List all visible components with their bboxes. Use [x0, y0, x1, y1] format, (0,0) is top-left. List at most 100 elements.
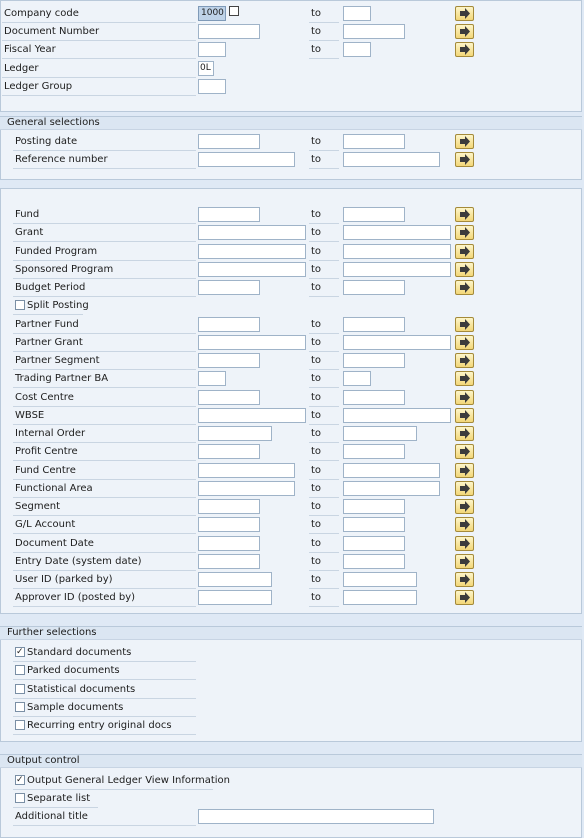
multiple-selection-button[interactable] [455, 572, 474, 587]
field-to-input[interactable] [343, 535, 405, 551]
multiple-selection-button[interactable] [455, 6, 474, 21]
field-to-input[interactable] [343, 426, 417, 441]
field-to-input[interactable] [343, 371, 371, 387]
field-to-input[interactable] [343, 389, 405, 405]
field-to-input[interactable] [343, 480, 440, 496]
multiple-selection-button[interactable] [455, 42, 474, 57]
multiple-selection-button[interactable] [455, 462, 474, 478]
field-to-input[interactable] [343, 572, 417, 587]
document-number-from-input[interactable] [198, 24, 260, 39]
field-from-input[interactable] [198, 243, 306, 259]
ledger-group-input[interactable] [198, 79, 226, 94]
multiple-selection-button[interactable] [455, 389, 474, 405]
field-from-input[interactable] [198, 334, 306, 350]
further-option-label: Sample documents [27, 701, 124, 713]
arrow-right-icon [460, 574, 470, 585]
field-from-input[interactable] [198, 389, 260, 405]
multiple-selection-button[interactable] [455, 152, 474, 167]
multiple-selection-button[interactable] [455, 243, 474, 259]
multiple-selection-button[interactable] [455, 24, 474, 39]
field-from-input[interactable] [198, 353, 260, 368]
field-from-input[interactable] [198, 261, 306, 277]
multiple-selection-button[interactable] [455, 371, 474, 387]
separate-list-checkbox[interactable] [15, 793, 25, 803]
field-from-input[interactable] [198, 207, 260, 222]
field-from-input[interactable] [198, 535, 260, 551]
field-to-input[interactable] [343, 590, 417, 606]
multiple-selection-button[interactable] [455, 353, 474, 368]
multiple-selection-button[interactable] [455, 517, 474, 533]
reference-number-from-input[interactable] [198, 152, 295, 167]
field-from-input[interactable] [198, 426, 272, 441]
field-to-input[interactable] [343, 553, 405, 569]
field-from-input[interactable] [198, 499, 260, 514]
company-code-from-input[interactable]: 1000 [198, 6, 226, 21]
ledger-input[interactable]: 0L [198, 61, 214, 76]
field-to-input[interactable] [343, 444, 405, 460]
further-option-checkbox[interactable] [15, 720, 25, 731]
field-from-input[interactable] [198, 480, 295, 496]
field-to-input[interactable] [343, 243, 451, 259]
field-from-input[interactable] [198, 444, 260, 460]
multiple-selection-button[interactable] [455, 225, 474, 241]
field-to-input[interactable] [343, 207, 405, 222]
field-to-input[interactable] [343, 499, 405, 514]
field-to-input[interactable] [343, 261, 451, 277]
multiple-selection-button[interactable] [455, 407, 474, 423]
arrow-right-icon [460, 464, 470, 476]
field-from-input[interactable] [198, 572, 272, 587]
document-number-to-input[interactable] [343, 24, 405, 39]
row-underline [13, 825, 196, 826]
to-label: to [311, 409, 322, 421]
field-to-input[interactable] [343, 517, 405, 533]
field-from-input[interactable] [198, 280, 260, 295]
company-code-to-input[interactable] [343, 6, 371, 21]
field-to-input[interactable] [343, 316, 405, 332]
multiple-selection-button[interactable] [455, 499, 474, 514]
multiple-selection-button[interactable] [455, 280, 474, 295]
fiscal-year-from-input[interactable] [198, 42, 226, 57]
posting-date-to-input[interactable] [343, 134, 405, 149]
multiple-selection-button[interactable] [455, 444, 474, 460]
further-option-checkbox[interactable] [15, 665, 25, 676]
multiple-selection-button[interactable] [455, 553, 474, 569]
field-from-input[interactable] [198, 316, 260, 332]
multiple-selection-button[interactable] [455, 261, 474, 277]
multiple-selection-button[interactable] [455, 207, 474, 222]
gl-view-checkbox[interactable] [15, 775, 25, 785]
multiple-selection-button[interactable] [455, 316, 474, 332]
field-to-input[interactable] [343, 334, 451, 350]
multiple-selection-button[interactable] [455, 334, 474, 350]
field-from-input[interactable] [198, 371, 226, 387]
field-to-input[interactable] [343, 225, 451, 241]
field-to-input[interactable] [343, 407, 451, 423]
row-gl-view: Output General Ledger View Information [0, 772, 584, 790]
split-posting-checkbox[interactable] [15, 300, 25, 311]
fiscal-year-to-input[interactable] [343, 42, 371, 57]
field-from-input[interactable] [198, 462, 295, 478]
field-from-input[interactable] [198, 225, 306, 241]
ledger-label: Ledger [4, 63, 39, 74]
arrow-right-icon [460, 537, 470, 549]
arrow-right-icon [460, 44, 470, 55]
further-option-checkbox[interactable] [15, 701, 25, 712]
field-from-input[interactable] [198, 517, 260, 533]
field-to-input[interactable] [343, 280, 405, 295]
field-from-input[interactable] [198, 553, 260, 569]
further-option-checkbox[interactable] [15, 683, 25, 694]
field-from-input[interactable] [198, 407, 306, 423]
f4-help-icon[interactable] [229, 6, 239, 16]
multiple-selection-button[interactable] [455, 535, 474, 551]
posting-date-from-input[interactable] [198, 134, 260, 149]
field-from-input[interactable] [198, 590, 272, 606]
multiple-selection-button[interactable] [455, 134, 474, 149]
field-to-input[interactable] [343, 353, 405, 368]
multiple-selection-button[interactable] [455, 480, 474, 496]
multiple-selection-button[interactable] [455, 590, 474, 606]
reference-number-to-input[interactable] [343, 152, 440, 167]
additional-title-input[interactable] [198, 809, 434, 824]
field-to-input[interactable] [343, 462, 440, 478]
multiple-selection-button[interactable] [455, 426, 474, 441]
further-option-checkbox[interactable] [15, 647, 25, 657]
to-label: to [311, 519, 322, 531]
